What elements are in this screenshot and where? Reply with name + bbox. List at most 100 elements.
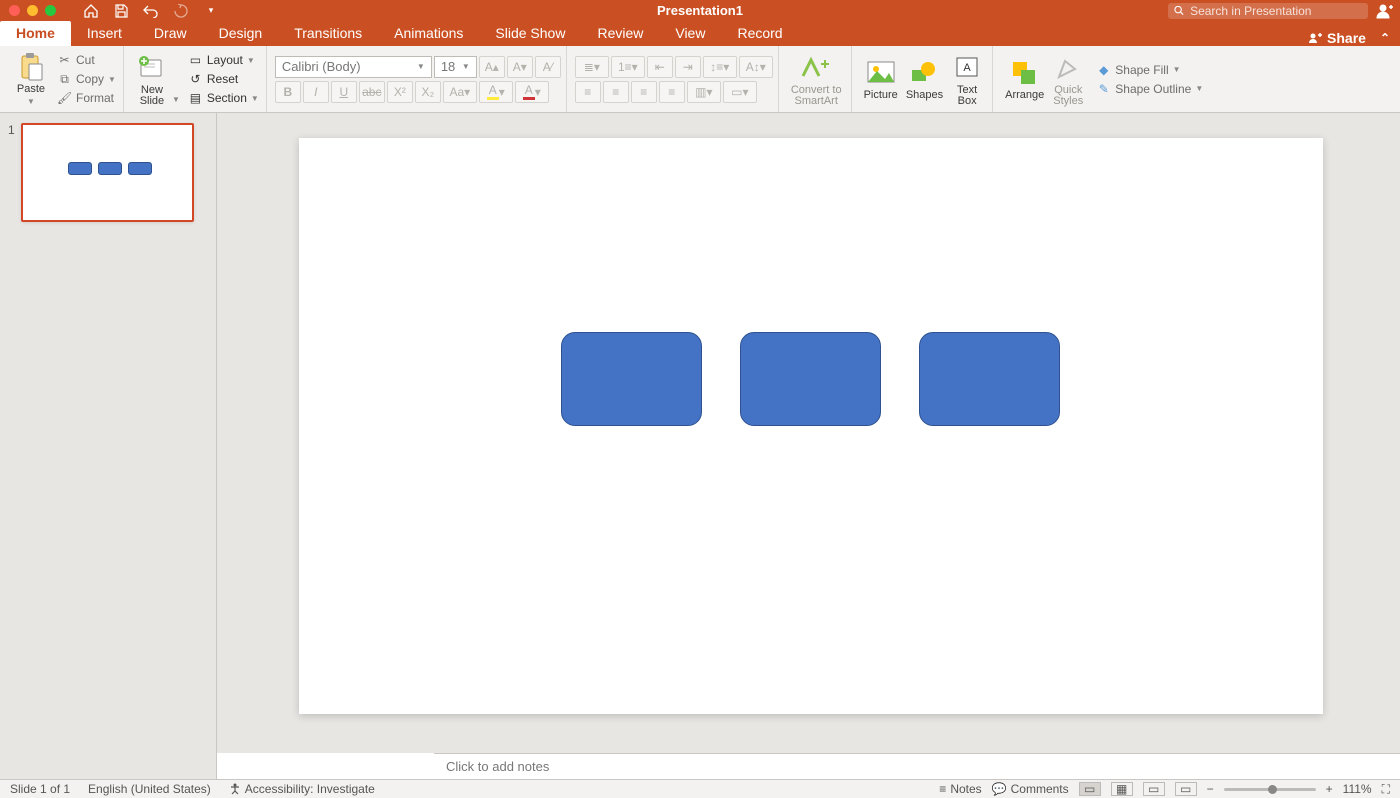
quick-styles-button[interactable]: Quick Styles [1048, 52, 1088, 107]
new-slide-icon [136, 52, 168, 84]
comments-toggle[interactable]: 💬Comments [992, 782, 1069, 796]
section-button[interactable]: ▤Section▼ [186, 90, 261, 107]
numbering-button[interactable]: 1≡▾ [611, 56, 645, 78]
slide-thumbnail-panel[interactable]: 1 [0, 113, 217, 753]
clear-formatting-button[interactable]: A⁄ [535, 56, 561, 78]
qat-customize-icon[interactable]: ▾ [203, 3, 219, 19]
strikethrough-button[interactable]: abc [359, 81, 385, 103]
zoom-slider[interactable] [1224, 788, 1316, 791]
section-icon: ▤ [188, 91, 203, 106]
textbox-icon: A [951, 52, 983, 84]
slide-editor[interactable] [217, 113, 1400, 753]
slideshow-view-button[interactable]: ▭ [1175, 782, 1197, 796]
slide-canvas[interactable] [299, 138, 1323, 714]
zoom-slider-thumb[interactable] [1268, 785, 1277, 794]
font-size-select[interactable]: 18▼ [434, 56, 477, 78]
decrease-font-button[interactable]: A▾ [507, 56, 533, 78]
tab-slideshow[interactable]: Slide Show [479, 21, 581, 46]
textbox-button[interactable]: A Text Box [947, 52, 987, 107]
zoom-in-button[interactable]: + [1326, 782, 1333, 796]
font-color-button[interactable]: A▾ [515, 81, 549, 103]
picture-button[interactable]: Picture [860, 57, 902, 101]
tab-transitions[interactable]: Transitions [278, 21, 378, 46]
accessibility-status[interactable]: Accessibility: Investigate [229, 782, 375, 796]
align-text-button[interactable]: ▭▾ [723, 81, 757, 103]
change-case-button[interactable]: Aa▾ [443, 81, 477, 103]
new-slide-button[interactable]: New Slide [132, 52, 172, 107]
tab-review[interactable]: Review [581, 21, 659, 46]
layout-button[interactable]: ▭Layout▼ [186, 52, 261, 69]
text-direction-button[interactable]: A↕▾ [739, 56, 773, 78]
align-justify-button[interactable]: ≡ [659, 81, 685, 103]
shape-outline-button[interactable]: ✎Shape Outline▼ [1094, 80, 1205, 97]
underline-button[interactable]: U [331, 81, 357, 103]
account-icon[interactable] [1376, 3, 1394, 19]
decrease-indent-button[interactable]: ⇤ [647, 56, 673, 78]
zoom-out-button[interactable]: − [1207, 782, 1214, 796]
fit-to-window-button[interactable]: ⛶ [1382, 782, 1390, 797]
share-icon [1308, 32, 1322, 44]
search-input[interactable] [1190, 4, 1362, 18]
line-spacing-button[interactable]: ↕≡▾ [703, 56, 737, 78]
bullets-button[interactable]: ≣▾ [575, 56, 609, 78]
reset-button[interactable]: ↺Reset [186, 71, 261, 88]
notes-toggle[interactable]: ≡Notes [939, 782, 981, 796]
superscript-button[interactable]: X² [387, 81, 413, 103]
notes-pane[interactable]: Click to add notes [434, 753, 1400, 779]
tab-animations[interactable]: Animations [378, 21, 479, 46]
tab-insert[interactable]: Insert [71, 21, 138, 46]
slide-thumbnail-1[interactable] [21, 123, 194, 222]
convert-smartart-button[interactable]: Convert to SmartArt [787, 52, 846, 107]
window-close-icon[interactable] [9, 5, 20, 16]
home-icon[interactable] [83, 3, 99, 19]
normal-view-button[interactable]: ▭ [1079, 782, 1101, 796]
arrange-button[interactable]: Arrange [1001, 57, 1048, 101]
reading-view-button[interactable]: ▭ [1143, 782, 1165, 796]
tab-record[interactable]: Record [721, 21, 798, 46]
tab-view[interactable]: View [659, 21, 721, 46]
redo-icon[interactable] [173, 3, 189, 19]
highlight-button[interactable]: A▾ [479, 81, 513, 103]
paste-button[interactable]: Paste ▼ [11, 51, 51, 107]
sorter-view-button[interactable]: ▦ [1111, 782, 1133, 796]
paste-icon [15, 51, 47, 83]
cut-button[interactable]: ✂Cut [55, 52, 118, 69]
language-indicator[interactable]: English (United States) [88, 782, 211, 796]
columns-button[interactable]: ▥▾ [687, 81, 721, 103]
italic-button[interactable]: I [303, 81, 329, 103]
window-minimize-icon[interactable] [27, 5, 38, 16]
slide-indicator: Slide 1 of 1 [10, 782, 70, 796]
arrange-icon [1009, 57, 1041, 89]
bold-button[interactable]: B [275, 81, 301, 103]
rounded-rectangle-shape[interactable] [740, 332, 881, 426]
tab-draw[interactable]: Draw [138, 21, 203, 46]
shape-fill-button[interactable]: ◆Shape Fill▼ [1094, 61, 1205, 78]
ribbon-collapse-icon[interactable]: ⌃ [1380, 31, 1390, 45]
font-name-select[interactable]: Calibri (Body)▼ [275, 56, 432, 78]
tab-design[interactable]: Design [203, 21, 279, 46]
format-painter-icon: 🖌 [57, 91, 72, 106]
share-button[interactable]: Share [1308, 30, 1366, 46]
save-icon[interactable] [113, 3, 129, 19]
thumbnail-number: 1 [8, 123, 15, 137]
rounded-rectangle-shape[interactable] [561, 332, 702, 426]
format-painter-button[interactable]: 🖌Format [55, 90, 118, 107]
shapes-button[interactable]: Shapes [902, 57, 947, 101]
increase-font-button[interactable]: A▴ [479, 56, 505, 78]
rounded-rectangle-shape[interactable] [919, 332, 1060, 426]
copy-button[interactable]: ⧉Copy▼ [55, 71, 118, 88]
picture-icon [865, 57, 897, 89]
search-input-wrapper[interactable] [1168, 3, 1368, 19]
align-right-button[interactable]: ≡ [631, 81, 657, 103]
new-slide-dropdown[interactable]: ▼ [172, 95, 180, 104]
layout-icon: ▭ [188, 53, 203, 68]
zoom-level[interactable]: 111% [1343, 782, 1372, 796]
align-center-button[interactable]: ≡ [603, 81, 629, 103]
subscript-button[interactable]: X₂ [415, 81, 441, 103]
tab-home[interactable]: Home [0, 21, 71, 46]
shape-fill-icon: ◆ [1096, 62, 1111, 77]
window-zoom-icon[interactable] [45, 5, 56, 16]
increase-indent-button[interactable]: ⇥ [675, 56, 701, 78]
align-left-button[interactable]: ≡ [575, 81, 601, 103]
undo-icon[interactable] [143, 3, 159, 19]
